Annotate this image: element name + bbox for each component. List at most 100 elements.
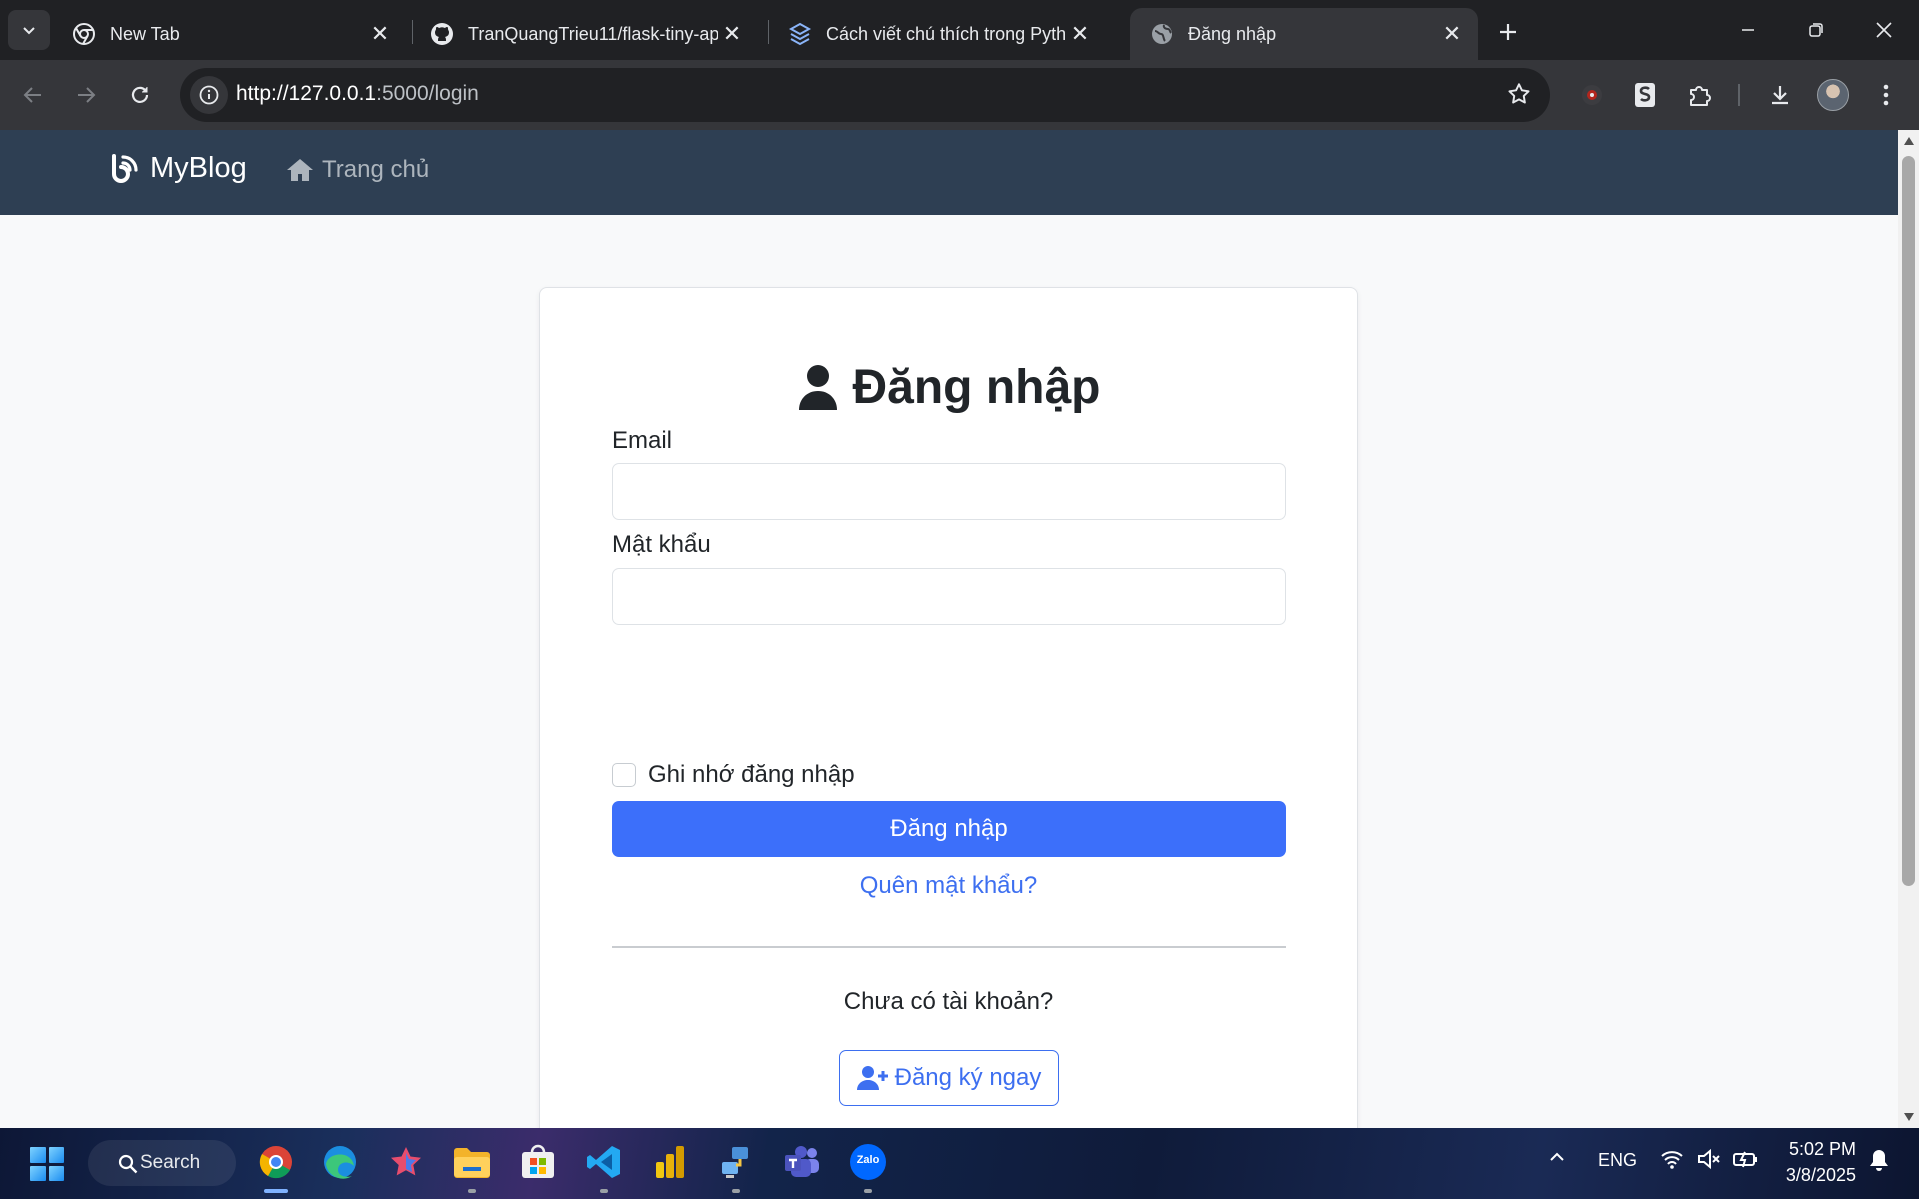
network-tool-indicator (732, 1189, 740, 1193)
login-title: Đăng nhập (540, 360, 1357, 415)
network-tool-icon[interactable] (716, 1142, 756, 1182)
power-bi-icon[interactable] (650, 1142, 690, 1182)
clock-time: 5:02 PM (1788, 1139, 1856, 1159)
tab-new-tab[interactable]: New Tab ✕ (52, 8, 406, 60)
blog-icon (112, 153, 138, 183)
back-button[interactable] (13, 75, 53, 115)
home-icon (287, 159, 313, 181)
reload-icon (131, 86, 149, 103)
notification-bell-icon[interactable] (1868, 1148, 1890, 1177)
close-tab-icon[interactable]: ✕ (1066, 20, 1094, 48)
teams-icon[interactable] (782, 1142, 822, 1182)
register-button[interactable]: Đăng ký ngay (839, 1050, 1059, 1106)
login-button[interactable]: Đăng nhập (612, 801, 1286, 857)
edge-app-icon[interactable] (320, 1142, 360, 1182)
forgot-password-link[interactable]: Quên mật khẩu? (540, 872, 1357, 900)
tab-search-button[interactable] (8, 10, 50, 50)
taskbar-clock[interactable]: 5:02 PM 3/8/2025 (1776, 1136, 1856, 1188)
extension-button-2[interactable] (1625, 75, 1665, 115)
url-path: :5000/login (376, 82, 479, 105)
volume-muted-icon[interactable] (1697, 1148, 1721, 1175)
arrow-right-icon (78, 87, 96, 103)
restore-button[interactable] (1782, 0, 1850, 60)
close-tab-icon[interactable]: ✕ (1438, 20, 1466, 48)
bookmark-star-icon[interactable] (1506, 81, 1532, 111)
windows-start-button[interactable] (30, 1147, 64, 1181)
close-window-button[interactable] (1850, 0, 1918, 60)
scroll-up-arrow[interactable] (1904, 137, 1914, 145)
scroll-thumb[interactable] (1902, 156, 1915, 886)
password-label: Mật khẩu (612, 531, 711, 558)
zalo-icon[interactable]: Zalo (848, 1142, 888, 1182)
nav-home-link[interactable]: Trang chủ (286, 156, 429, 184)
chevron-down-icon (23, 27, 35, 35)
extensions-button[interactable] (1679, 75, 1719, 115)
vscode-icon[interactable] (584, 1142, 624, 1182)
chrome-app-icon[interactable] (256, 1142, 296, 1182)
chrome-active-indicator (264, 1189, 288, 1193)
battery-icon[interactable] (1732, 1148, 1758, 1175)
reload-button[interactable] (120, 75, 160, 115)
more-vert-icon (1883, 84, 1889, 106)
file-explorer-icon[interactable] (452, 1142, 492, 1182)
remember-row: Ghi nhớ đăng nhập (612, 761, 855, 789)
taskbar-search[interactable]: Search (88, 1140, 236, 1186)
url-host: http://127.0.0.1 (236, 82, 377, 105)
toolbar-separator (1738, 84, 1740, 106)
tab-title: Cách viết chú thích trong Pytho (826, 23, 1066, 44)
wifi-icon[interactable] (1660, 1148, 1684, 1175)
minimize-button[interactable] (1714, 0, 1782, 60)
close-tab-icon[interactable]: ✕ (718, 20, 746, 48)
brand-link[interactable]: MyBlog (108, 152, 247, 185)
plus-icon (1500, 24, 1516, 40)
chrome-icon (72, 22, 96, 46)
remember-checkbox[interactable] (612, 763, 636, 787)
s-logo-icon (1635, 83, 1655, 107)
brand-name: MyBlog (150, 152, 247, 184)
zalo-indicator (864, 1189, 872, 1193)
password-field[interactable] (612, 568, 1286, 625)
arrow-left-icon (23, 87, 41, 103)
github-icon (430, 22, 454, 46)
globe-icon (1150, 22, 1174, 46)
new-tab-button[interactable] (1490, 14, 1526, 50)
extension-button-1[interactable] (1572, 75, 1612, 115)
chevron-up-icon (1550, 1152, 1564, 1161)
divider (612, 946, 1286, 948)
menu-button[interactable] (1866, 75, 1906, 115)
email-field[interactable] (612, 463, 1286, 520)
tab-title: Đăng nhập (1188, 23, 1277, 44)
close-icon (1876, 22, 1892, 38)
star-app-icon[interactable] (386, 1142, 426, 1182)
close-tab-icon[interactable]: ✕ (366, 20, 394, 48)
address-bar[interactable]: http://127.0.0.1:5000/login (180, 68, 1550, 122)
nav-home-label: Trang chủ (322, 156, 430, 183)
vscode-indicator (600, 1189, 608, 1193)
clock-date: 3/8/2025 (1785, 1165, 1856, 1185)
browser-toolbar: http://127.0.0.1:5000/login (0, 60, 1919, 130)
download-icon (1772, 86, 1788, 105)
tab-python-comments[interactable]: Cách viết chú thích trong Pytho ✕ (768, 8, 1106, 60)
page-viewport: MyBlog Trang chủ Đăng nhập Email Mật khẩ… (0, 130, 1898, 1128)
puzzle-icon (1690, 86, 1711, 106)
forward-button[interactable] (66, 75, 106, 115)
language-indicator[interactable]: ENG (1598, 1150, 1637, 1171)
explorer-indicator (468, 1189, 476, 1193)
remember-label[interactable]: Ghi nhớ đăng nhập (648, 761, 855, 789)
url-text: http://127.0.0.1:5000/login (236, 82, 479, 106)
show-hidden-icons-button[interactable] (1548, 1148, 1566, 1171)
page-scrollbar[interactable] (1898, 130, 1919, 1128)
profile-avatar[interactable] (1817, 79, 1849, 111)
site-info-icon[interactable] (190, 76, 228, 114)
minimize-icon (1742, 29, 1754, 31)
zalo-label: Zalo (856, 1154, 880, 1166)
stack-icon (788, 22, 812, 46)
downloads-button[interactable] (1760, 75, 1800, 115)
scroll-down-arrow[interactable] (1904, 1113, 1914, 1121)
restore-icon (1809, 23, 1823, 37)
site-navbar: MyBlog Trang chủ (0, 130, 1898, 215)
tab-github[interactable]: TranQuangTrieu11/flask-tiny-ap ✕ (410, 8, 758, 60)
microsoft-store-icon[interactable] (518, 1142, 558, 1182)
windows-taskbar: Search Zalo ENG 5:02 PM 3/8/2025 (0, 1128, 1919, 1199)
tab-login[interactable]: Đăng nhập ✕ (1130, 8, 1478, 60)
